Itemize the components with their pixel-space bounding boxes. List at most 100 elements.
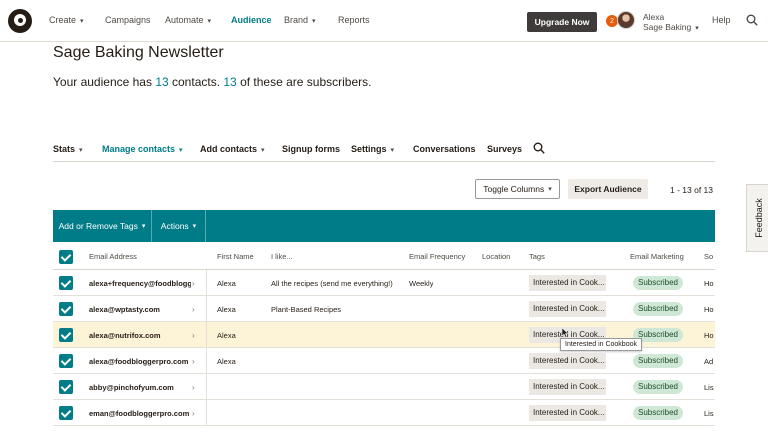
table-row[interactable]: alexa@wptasty.com › Alexa Plant-Based Re… [53,296,715,322]
feedback-tab[interactable]: Feedback [746,184,768,252]
contact-i-like: Plant-Based Recipes [271,305,342,314]
nav-brand-label: Brand [284,15,309,25]
chevron-down-icon: ▾ [548,186,552,193]
chevron-right-icon[interactable]: › [192,279,195,288]
chevron-down-icon: ▾ [192,223,197,230]
table-row[interactable]: alexa@foodbloggerpro.com › Alexa Interes… [53,348,715,374]
contact-email[interactable]: alexa+frequency@foodblogg... [89,279,191,288]
chevron-right-icon[interactable]: › [192,331,195,340]
column-email[interactable]: Email Address [89,252,137,261]
status-badge: Subscribed [633,406,683,420]
column-location[interactable]: Location [482,252,510,261]
add-remove-tags-button[interactable]: Add or Remove Tags ▾ [53,210,152,242]
chevron-right-icon[interactable]: › [192,357,195,366]
select-all-checkbox[interactable] [59,250,73,264]
tag-chip[interactable]: Interested in Cook... [529,405,606,421]
export-audience-button[interactable]: Export Audience [568,179,648,199]
contact-source: Ho [704,279,714,288]
chevron-down-icon: ▾ [207,18,212,25]
bulk-action-bar: Add or Remove Tags ▾ Actions ▾ [53,210,715,242]
search-icon[interactable] [746,14,758,26]
table-header: Email Address First Name I like... Email… [53,242,715,270]
column-divider [206,270,207,296]
subnav-stats[interactable]: Stats ▾ [53,144,83,154]
mailchimp-logo-icon[interactable] [8,9,32,33]
contact-email[interactable]: alexa@foodbloggerpro.com [89,357,191,366]
row-checkbox[interactable] [59,276,73,290]
subnav-surveys[interactable]: Surveys [487,144,522,154]
column-divider [206,296,207,322]
avatar[interactable] [617,11,635,29]
row-checkbox[interactable] [59,406,73,420]
tag-chip[interactable]: Interested in Cook... [529,275,606,291]
user-first-name: Alexa [643,12,665,22]
contact-first-name: Alexa [217,331,236,340]
user-org-name: Sage Baking ▾ [643,22,699,32]
chevron-down-icon: ▾ [79,147,83,154]
contact-frequency: Weekly [409,279,434,288]
nav-audience[interactable]: Audience [231,15,272,25]
nav-brand[interactable]: Brand ▾ [284,15,316,25]
subnav-signup-forms[interactable]: Signup forms [282,144,340,154]
contact-source: Lis [704,409,714,418]
column-first-name[interactable]: First Name [217,252,254,261]
status-badge: Subscribed [633,380,683,394]
status-badge: Subscribed [633,354,683,368]
table-row[interactable]: abby@pinchofyum.com › Interested in Cook… [53,374,715,400]
contact-i-like: All the recipes (send me everything!) [271,279,393,288]
subnav-manage-contacts[interactable]: Manage contacts ▾ [102,144,183,154]
table-row[interactable]: eman@foodbloggerpro.com › Interested in … [53,400,715,426]
table-row[interactable]: alexa+frequency@foodblogg... › Alexa All… [53,270,715,296]
nav-reports[interactable]: Reports [338,15,370,25]
top-navigation: Create ▾ Campaigns Automate ▾ Audience Bra… [0,0,768,42]
nav-automate-label: Automate [165,15,204,25]
nav-automate[interactable]: Automate ▾ [165,15,211,25]
subscriber-count[interactable]: 13 [223,75,236,89]
contact-first-name: Alexa [217,357,236,366]
help-link[interactable]: Help [712,15,731,25]
column-divider [206,374,207,400]
chevron-down-icon: ▾ [179,147,183,154]
row-checkbox[interactable] [59,380,73,394]
account-menu[interactable]: Alexa Sage Baking ▾ [643,12,699,34]
column-source[interactable]: So [704,252,713,261]
contact-email[interactable]: alexa@nutrifox.com [89,331,191,340]
tag-chip[interactable]: Interested in Cook... [529,353,606,369]
contact-email[interactable]: alexa@wptasty.com [89,305,191,314]
chevron-right-icon[interactable]: › [192,409,195,418]
nav-campaigns-label: Campaigns [105,15,151,25]
contact-first-name: Alexa [217,279,236,288]
column-email-frequency[interactable]: Email Frequency [409,252,465,261]
column-tags[interactable]: Tags [529,252,545,261]
subnav-settings[interactable]: Settings ▾ [351,144,394,154]
actions-button[interactable]: Actions ▾ [152,210,206,242]
contact-email[interactable]: eman@foodbloggerpro.com [89,409,191,418]
chevron-down-icon: ▾ [141,223,146,230]
mouse-cursor-icon [561,328,569,338]
tag-tooltip: Interested in Cookbook [560,338,642,351]
audience-summary: Your audience has 13 contacts. 13 of the… [53,75,372,89]
contact-source: Ho [704,305,714,314]
contact-count[interactable]: 13 [155,75,168,89]
chevron-right-icon[interactable]: › [192,305,195,314]
chevron-right-icon[interactable]: › [192,383,195,392]
nav-audience-label: Audience [231,15,272,25]
tag-chip[interactable]: Interested in Cook... [529,379,606,395]
nav-campaigns[interactable]: Campaigns [105,15,151,25]
nav-create-label: Create [49,15,77,25]
row-checkbox[interactable] [59,328,73,342]
tag-chip[interactable]: Interested in Cook... [529,301,606,317]
nav-create[interactable]: Create ▾ [49,15,84,25]
toggle-columns-button[interactable]: Toggle Columns ▾ [475,179,560,199]
search-icon[interactable] [533,142,545,154]
nav-reports-label: Reports [338,15,370,25]
subnav-conversations[interactable]: Conversations [413,144,476,154]
upgrade-now-button[interactable]: Upgrade Now [527,12,597,32]
subnav-add-contacts[interactable]: Add contacts ▾ [200,144,265,154]
contact-email[interactable]: abby@pinchofyum.com [89,383,191,392]
column-divider [206,348,207,374]
row-checkbox[interactable] [59,354,73,368]
column-email-marketing[interactable]: Email Marketing [630,252,684,261]
row-checkbox[interactable] [59,302,73,316]
column-i-like[interactable]: I like... [271,252,293,261]
